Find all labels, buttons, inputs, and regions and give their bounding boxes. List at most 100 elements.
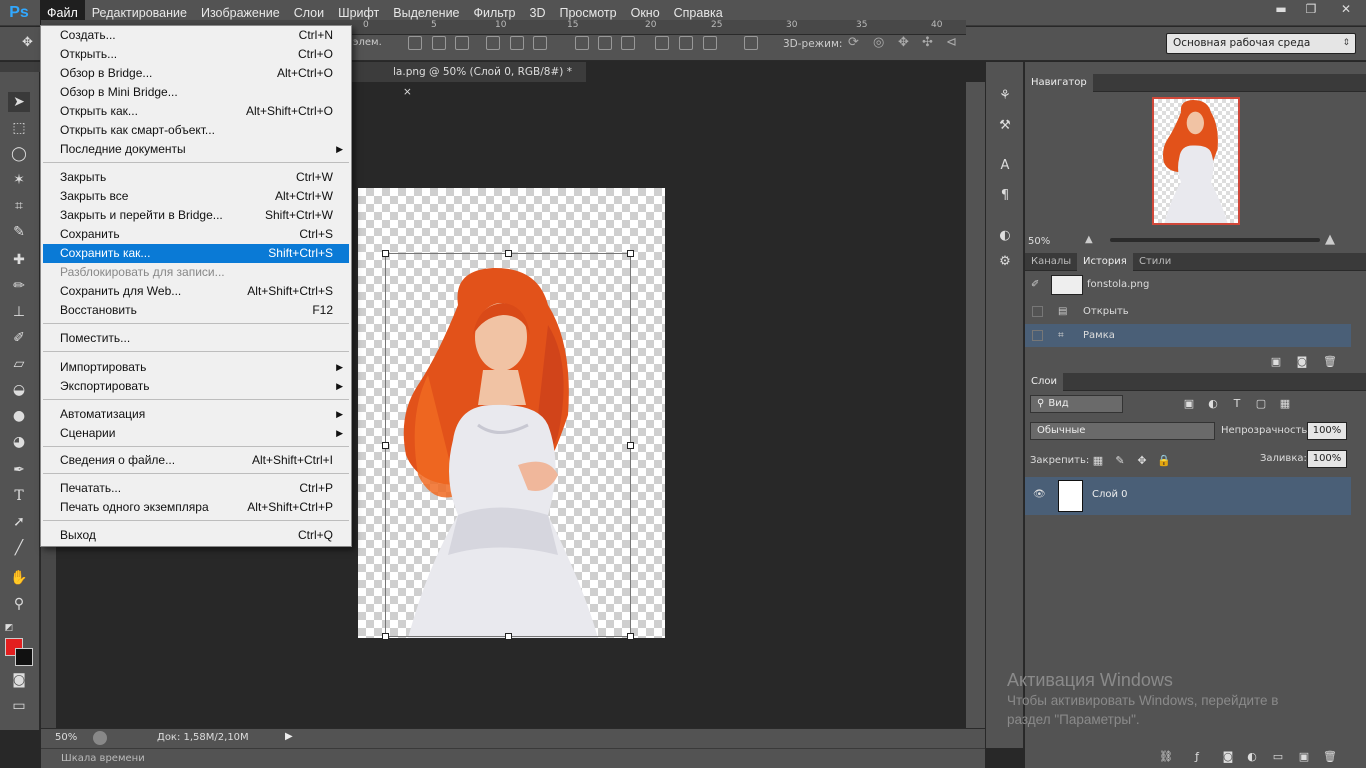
menu-item-file-info[interactable]: Сведения о файле... Alt+Shift+Ctrl+I <box>43 451 349 470</box>
layer-style-icon[interactable]: ƒ <box>1190 750 1204 764</box>
menu-item-scripts[interactable]: Сценарии ▶ <box>43 424 349 443</box>
blend-mode-select[interactable]: Обычные <box>1030 422 1215 440</box>
align-left-icon[interactable] <box>510 36 524 50</box>
type-tool-icon[interactable]: T <box>8 486 30 506</box>
navigator-zoom-value[interactable]: 50% <box>1028 236 1050 247</box>
3d-slide-icon[interactable]: ✣ <box>922 35 940 51</box>
align-bottom-icon[interactable] <box>486 36 500 50</box>
adjustments-icon[interactable]: ◐ <box>995 226 1015 246</box>
workspace-select[interactable]: Основная рабочая среда <box>1166 33 1356 54</box>
status-menu-arrow-icon[interactable]: ▶ <box>285 731 293 742</box>
history-item-selected[interactable]: ⌗ Рамка <box>1025 324 1351 347</box>
menu-item-close-all[interactable]: Закрыть все Alt+Ctrl+W <box>43 187 349 206</box>
screen-mode-icon[interactable]: ▭ <box>8 696 30 716</box>
transform-handle[interactable] <box>505 250 512 257</box>
close-icon[interactable]: ✕ <box>1326 0 1366 18</box>
filter-type-icon[interactable]: T <box>1230 397 1244 411</box>
properties-icon[interactable]: ⚙ <box>995 252 1015 272</box>
history-item-checkbox[interactable] <box>1032 306 1043 317</box>
new-group-icon[interactable]: ▭ <box>1271 750 1285 764</box>
history-snapshot[interactable]: ✐ fonstola.png <box>1025 273 1351 297</box>
brush-presets-icon[interactable]: ⚘ <box>995 86 1015 106</box>
3d-roll-icon[interactable]: ◎ <box>873 35 891 51</box>
distribute-right-icon[interactable] <box>703 36 717 50</box>
move-tool-preset-icon[interactable]: ✥ <box>22 35 42 51</box>
lock-pixels-icon[interactable]: ✎ <box>1113 454 1127 468</box>
history-item-checkbox[interactable] <box>1032 330 1043 341</box>
zoom-in-icon[interactable]: ▲ <box>1325 232 1335 247</box>
transform-handle[interactable] <box>382 442 389 449</box>
status-info-icon[interactable] <box>93 731 107 745</box>
fill-field[interactable]: 100% <box>1307 450 1347 468</box>
menu-item-save[interactable]: Сохранить Ctrl+S <box>43 225 349 244</box>
navigator-zoom-slider[interactable] <box>1110 238 1320 242</box>
transform-handle[interactable] <box>505 633 512 640</box>
menu-item-revert[interactable]: Восстановить F12 <box>43 301 349 320</box>
tools-panel-header[interactable] <box>0 62 40 72</box>
delete-layer-icon[interactable]: 🗑 <box>1323 750 1337 764</box>
transform-handle[interactable] <box>627 250 634 257</box>
lasso-tool-icon[interactable]: ◯ <box>8 144 30 164</box>
crop-tool-icon[interactable]: ⌗ <box>8 196 30 216</box>
zoom-out-icon[interactable]: ▲ <box>1085 234 1093 245</box>
filter-pixel-icon[interactable]: ▣ <box>1182 397 1196 411</box>
swap-colors-icon[interactable]: ◩ <box>2 618 16 638</box>
3d-rotate-icon[interactable]: ⟳ <box>848 35 866 51</box>
timeline-panel[interactable]: Шкала времени <box>41 748 985 768</box>
menu-item-browse-bridge[interactable]: Обзор в Bridge... Alt+Ctrl+O <box>43 64 349 83</box>
tool-presets-icon[interactable]: ⚒ <box>995 116 1015 136</box>
background-color-swatch[interactable] <box>15 648 33 666</box>
character-panel-icon[interactable]: A <box>995 156 1015 176</box>
transform-handle[interactable] <box>382 633 389 640</box>
zoom-tool-icon[interactable]: ⚲ <box>8 594 30 614</box>
history-brush-icon[interactable]: ✐ <box>8 328 30 348</box>
distribute-vcenter-icon[interactable] <box>598 36 612 50</box>
menu-item-recent[interactable]: Последние документы ▶ <box>43 140 349 159</box>
move-tool-icon[interactable]: ➤ <box>8 92 30 112</box>
layer-row[interactable]: 👁 Слой 0 <box>1025 477 1351 515</box>
history-item[interactable]: ▤ Открыть <box>1025 300 1351 323</box>
paragraph-panel-icon[interactable]: ¶ <box>995 186 1015 206</box>
dodge-tool-icon[interactable]: ◕ <box>8 432 30 452</box>
new-adjustment-icon[interactable]: ◐ <box>1245 750 1259 764</box>
tab-styles[interactable]: Стили <box>1133 253 1177 271</box>
layer-filter-select[interactable]: ⚲ Вид <box>1030 395 1123 413</box>
delete-state-icon[interactable]: 🗑 <box>1323 355 1337 369</box>
quick-mask-icon[interactable]: ◙ <box>8 670 30 690</box>
transform-handle[interactable] <box>382 250 389 257</box>
menu-item-open[interactable]: Открыть... Ctrl+O <box>43 45 349 64</box>
transform-handle[interactable] <box>627 442 634 449</box>
distribute-bottom-icon[interactable] <box>621 36 635 50</box>
menu-item-open-as[interactable]: Открыть как... Alt+Shift+Ctrl+O <box>43 102 349 121</box>
menu-item-print[interactable]: Печатать... Ctrl+P <box>43 479 349 498</box>
menu-item-open-smart-object[interactable]: Открыть как смарт-объект... <box>43 121 349 140</box>
tab-navigator[interactable]: Навигатор <box>1025 74 1093 92</box>
eye-icon[interactable]: 👁 <box>1033 489 1046 500</box>
filter-shape-icon[interactable]: ▢ <box>1254 397 1268 411</box>
transform-controls-icon[interactable] <box>408 36 422 50</box>
filter-smart-object-icon[interactable]: ▦ <box>1278 397 1292 411</box>
3d-pan-icon[interactable]: ✥ <box>898 35 916 51</box>
tab-history[interactable]: История <box>1077 253 1133 271</box>
history-brush-source-icon[interactable]: ✐ <box>1031 273 1039 296</box>
lock-all-icon[interactable]: 🔒 <box>1157 454 1171 468</box>
3d-scale-icon[interactable]: ⊲ <box>946 35 964 51</box>
menu-item-print-one-copy[interactable]: Печать одного экземпляра Alt+Shift+Ctrl+P <box>43 498 349 517</box>
free-transform-bounding-box[interactable] <box>382 250 634 640</box>
navigator-preview[interactable] <box>1152 97 1240 225</box>
zoom-readout[interactable]: 50% <box>55 732 77 743</box>
align-hcenter-icon[interactable] <box>533 36 547 50</box>
align-top-icon[interactable] <box>432 36 446 50</box>
menu-item-close[interactable]: Закрыть Ctrl+W <box>43 168 349 187</box>
paint-bucket-icon[interactable]: ◒ <box>8 380 30 400</box>
minimize-icon[interactable]: ▬ <box>1266 0 1296 18</box>
restore-icon[interactable]: ❐ <box>1296 0 1326 18</box>
distribute-hcenter-icon[interactable] <box>679 36 693 50</box>
lock-position-icon[interactable]: ✥ <box>1135 454 1149 468</box>
brush-tool-icon[interactable]: ✏ <box>8 276 30 296</box>
menu-item-automate[interactable]: Автоматизация ▶ <box>43 405 349 424</box>
new-snapshot-icon[interactable]: ◙ <box>1295 355 1309 369</box>
tab-channels[interactable]: Каналы <box>1025 253 1077 271</box>
vertical-scrollbar[interactable] <box>966 82 985 728</box>
lock-transparency-icon[interactable]: ▦ <box>1091 454 1105 468</box>
